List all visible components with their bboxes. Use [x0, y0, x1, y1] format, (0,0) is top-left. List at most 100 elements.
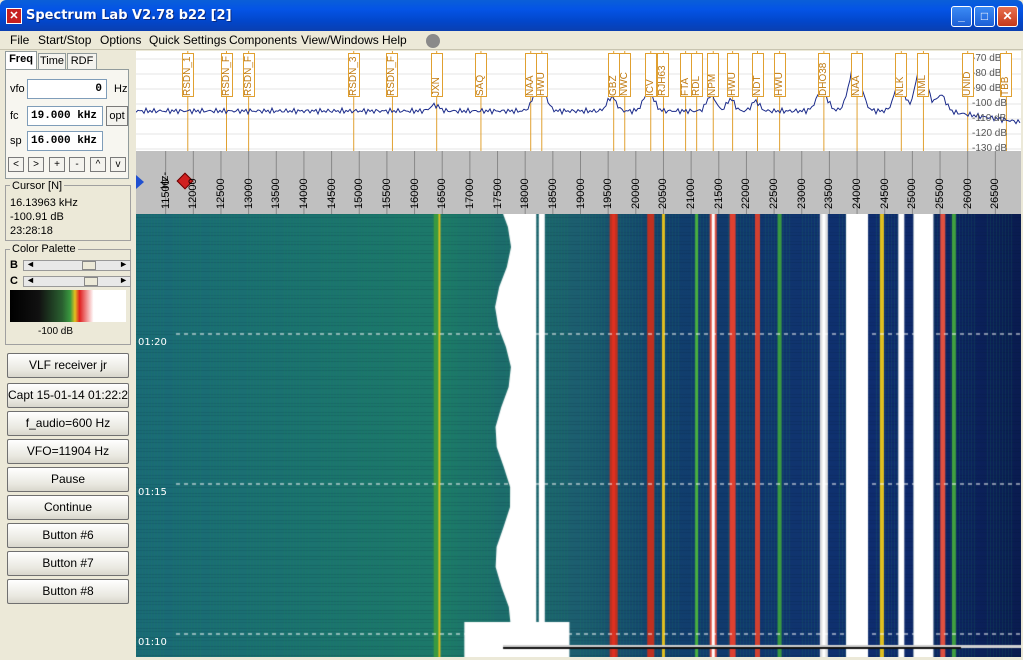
step-down-button[interactable]: v — [110, 157, 126, 172]
station-label-24[interactable]: TBB — [1000, 53, 1013, 97]
station-label-14[interactable]: RDL — [690, 53, 703, 97]
station-label-12[interactable]: RJH63 — [657, 53, 670, 97]
contrast-thumb[interactable] — [84, 277, 98, 286]
vfo-button[interactable]: VFO=11904 Hz — [7, 439, 129, 464]
zoom-in-button[interactable]: + — [49, 157, 65, 172]
spectrum-graph[interactable]: -70 dB -80 dB -90 dB -100 dB -110 dB -120 dB -… — [136, 51, 1021, 151]
vfo-input[interactable]: 0 — [27, 79, 107, 99]
tab-time[interactable]: Time — [38, 53, 66, 70]
brightness-thumb[interactable] — [82, 261, 96, 270]
spectrum-svg — [136, 51, 1021, 151]
step-right-button[interactable]: > — [28, 157, 44, 172]
fc-label: fc — [10, 110, 19, 122]
station-label-3[interactable]: RSDN_3 — [347, 53, 360, 97]
palette-db-label: -100 dB — [38, 326, 74, 337]
tab-freq[interactable]: Freq — [5, 51, 37, 70]
fc-value: 19.000 — [31, 110, 71, 122]
station-label-15[interactable]: NPM — [707, 53, 720, 97]
title-bar[interactable]: ✕ Spectrum Lab V2.78 b22 [2] _ □ ✕ — [0, 0, 1023, 31]
axis-tick-17500: 17500 — [491, 178, 504, 209]
step-up-button[interactable]: ^ — [90, 157, 106, 172]
station-label-11[interactable]: ICV — [644, 53, 657, 97]
button-7[interactable]: Button #7 — [7, 551, 129, 576]
station-label-4[interactable]: RSDN_F — [386, 53, 399, 97]
axis-tick-21000: 21000 — [685, 178, 698, 209]
fc-input[interactable]: 19.000 kHz — [27, 106, 103, 126]
app-window: ✕ Spectrum Lab V2.78 b22 [2] _ □ ✕ File … — [0, 0, 1023, 660]
time-marker-0120: 01:20 — [138, 337, 167, 348]
opt-button[interactable]: opt — [106, 106, 128, 126]
station-label-0[interactable]: RSDN_1 — [181, 53, 194, 97]
cursor-time: 23:28:18 — [10, 225, 53, 237]
station-label-16[interactable]: HWU — [726, 53, 739, 97]
record-indicator-icon[interactable] — [426, 34, 440, 48]
menu-bar: File Start/Stop Options Quick Settings C… — [0, 31, 1023, 50]
menu-help[interactable]: Help — [382, 33, 407, 47]
f-audio-button[interactable]: f_audio=600 Hz — [7, 411, 129, 436]
axis-tick-25500: 25500 — [934, 178, 947, 209]
axis-tick-12500: 12500 — [214, 178, 227, 209]
fc-unit: kHz — [77, 110, 98, 122]
axis-tick-25000: 25000 — [906, 178, 919, 209]
vfo-marker-icon[interactable] — [136, 175, 144, 189]
spectrum-display[interactable]: -70 dB -80 dB -90 dB -100 dB -110 dB -120 dB -… — [136, 51, 1021, 657]
station-label-5[interactable]: JXN — [430, 53, 443, 97]
palette-gradient — [10, 290, 126, 322]
station-label-1[interactable]: RSDN_F — [220, 53, 233, 97]
zoom-out-button[interactable]: - — [69, 157, 85, 172]
minimize-button[interactable]: _ — [951, 6, 972, 27]
brightness-slider[interactable]: ◄ ► — [23, 259, 131, 271]
axis-tick-13500: 13500 — [270, 178, 283, 209]
waterfall-canvas — [136, 214, 1021, 657]
db-label-6: -130 dB — [972, 143, 1008, 151]
menu-components[interactable]: Components — [229, 33, 297, 47]
station-label-10[interactable]: NWC — [618, 53, 631, 97]
db-label-5: -120 dB — [972, 128, 1008, 139]
station-label-18[interactable]: HWU — [773, 53, 786, 97]
axis-tick-22000: 22000 — [740, 178, 753, 209]
spectrum-lab-icon[interactable]: ✕ — [6, 8, 22, 24]
station-label-2[interactable]: RSDN_F — [242, 53, 255, 97]
pause-button[interactable]: Pause — [7, 467, 129, 492]
menu-quick-settings[interactable]: Quick Settings — [149, 33, 226, 47]
step-left-button[interactable]: < — [8, 157, 24, 172]
time-marker-0110: 01:10 — [138, 637, 167, 648]
station-label-22[interactable]: NML — [917, 53, 930, 97]
menu-file[interactable]: File — [10, 33, 29, 47]
button-6[interactable]: Button #6 — [7, 523, 129, 548]
station-label-19[interactable]: DHO38 — [817, 53, 830, 97]
cursor-frequency: 16.13963 kHz — [10, 197, 78, 209]
station-label-21[interactable]: NLK — [895, 53, 908, 97]
menu-start-stop[interactable]: Start/Stop — [38, 33, 91, 47]
control-panel: Freq Time RDF vfo 0 Hz fc 19.000 kHz opt… — [3, 51, 131, 657]
brightness-label: B — [10, 259, 18, 271]
close-button[interactable]: ✕ — [997, 6, 1018, 27]
sp-value: 16.000 — [31, 135, 71, 147]
station-label-23[interactable]: UNID — [961, 53, 974, 97]
axis-tick-13000: 13000 — [242, 178, 255, 209]
vlf-receiver-button[interactable]: VLF receiver jr — [7, 353, 129, 378]
button-8[interactable]: Button #8 — [7, 579, 129, 604]
capture-button[interactable]: Capt 15-01-14 01:22:2 — [7, 383, 129, 408]
waterfall[interactable]: 01:20 01:15 01:10 — [136, 214, 1021, 657]
axis-tick-14500: 14500 — [325, 178, 338, 209]
menu-options[interactable]: Options — [100, 33, 141, 47]
tab-rdf[interactable]: RDF — [67, 53, 97, 70]
menu-view-windows[interactable]: View/Windows — [301, 33, 379, 47]
axis-tick-24000: 24000 — [851, 178, 864, 209]
sp-unit: kHz — [77, 135, 98, 147]
station-label-6[interactable]: SAQ — [474, 53, 487, 97]
frequency-axis[interactable]: Hz- 11500 12000 12500 13000 13500 14000 14500 1… — [136, 151, 1021, 214]
continue-button[interactable]: Continue — [7, 495, 129, 520]
contrast-slider[interactable]: ◄ ► — [23, 275, 131, 287]
db-label-1: -80 dB — [972, 68, 1002, 79]
sp-label: sp — [10, 135, 22, 147]
spectrum-trace — [136, 59, 1021, 125]
db-label-0: -70 dB — [972, 53, 1002, 64]
sp-input[interactable]: 16.000 kHz — [27, 131, 103, 151]
station-label-8[interactable]: HWU — [535, 53, 548, 97]
station-label-20[interactable]: NAA — [851, 53, 864, 97]
axis-tick-12000: 12000 — [187, 178, 200, 209]
maximize-button[interactable]: □ — [974, 6, 995, 27]
station-label-17[interactable]: NDT — [751, 53, 764, 97]
